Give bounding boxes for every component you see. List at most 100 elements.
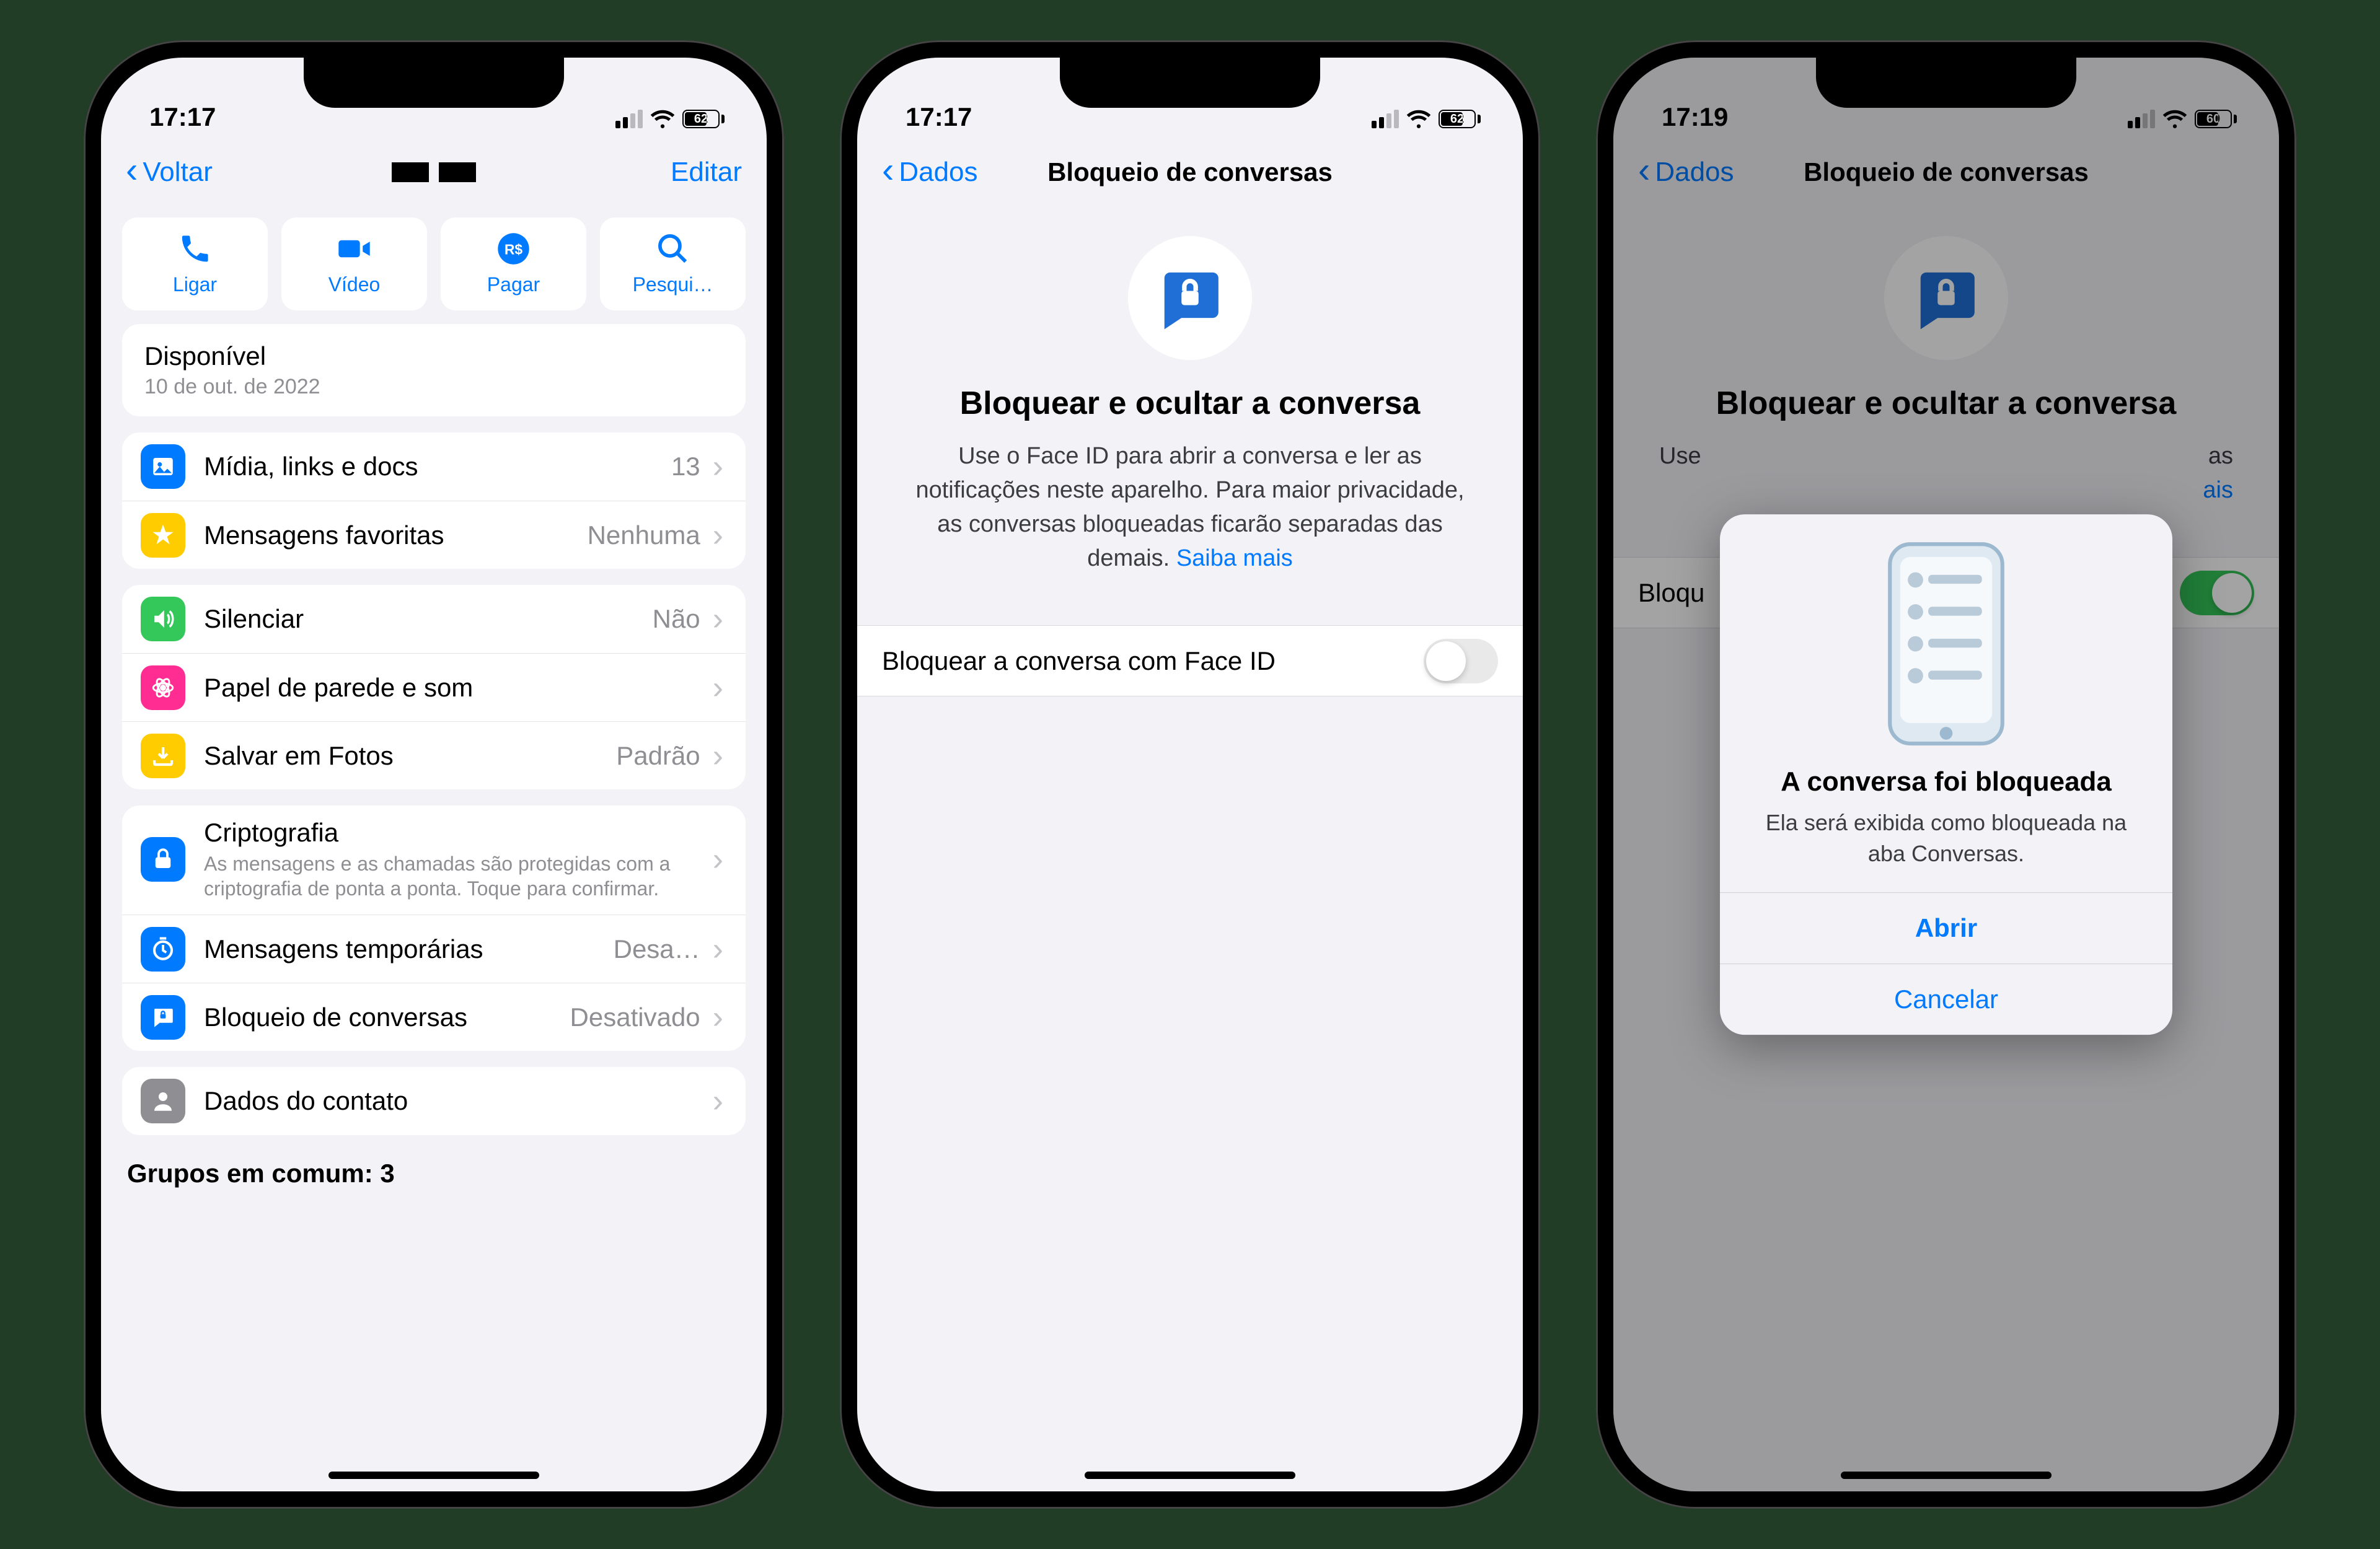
- battery-icon: 62: [1439, 110, 1481, 128]
- contact-name-redacted: [392, 162, 476, 182]
- learn-more-fragment: ais: [1659, 473, 2233, 507]
- edit-button[interactable]: Editar: [671, 157, 742, 188]
- chevron-right-icon: ›: [713, 517, 723, 554]
- phone-contact-info: 17:17 62 ‹Voltar Editar Ligar: [84, 40, 784, 1509]
- row-subtitle: As mensagens e as chamadas são protegida…: [204, 851, 700, 901]
- row-value: Não: [653, 604, 700, 634]
- cellular-signal-icon: [2128, 110, 2155, 128]
- row-favourite-messages[interactable]: Mensagens favoritas Nenhuma ›: [122, 501, 746, 569]
- hero-title: Bloquear e ocultar a conversa: [903, 385, 1477, 422]
- row-label: Criptografia: [204, 818, 700, 848]
- search-icon: [656, 232, 690, 266]
- row-contact-details[interactable]: Dados do contato ›: [122, 1067, 746, 1135]
- video-button[interactable]: Vídeo: [281, 217, 427, 310]
- battery-icon: 62: [682, 110, 725, 128]
- toggle-faceid-lock[interactable]: [1424, 639, 1498, 683]
- call-button[interactable]: Ligar: [122, 217, 268, 310]
- row-label: Mensagens favoritas: [204, 520, 580, 550]
- call-label: Ligar: [173, 273, 217, 296]
- status-time: 17:17: [906, 102, 972, 132]
- status-date: 10 de out. de 2022: [144, 375, 723, 399]
- chevron-right-icon: ›: [713, 931, 723, 968]
- chat-lock-hero: Bloquear e ocultar a conversa Use o Face…: [878, 206, 1502, 576]
- video-icon: [337, 232, 371, 266]
- page-title: Bloqueio de conversas: [1804, 157, 2089, 187]
- action-buttons-row: Ligar Vídeo R$ Pagar Pesqui…: [122, 217, 746, 310]
- dialog-body: Ela será exibida como bloqueada na aba C…: [1720, 797, 2172, 892]
- chevron-right-icon: ›: [713, 737, 723, 774]
- nav-bar: ‹Dados Bloqueio de conversas: [1613, 138, 2279, 206]
- row-disappearing[interactable]: Mensagens temporárias Desa… ›: [122, 915, 746, 983]
- row-label: Papel de parede e som: [204, 673, 700, 703]
- row-label: Bloqu: [1638, 578, 1704, 608]
- row-label: Salvar em Fotos: [204, 741, 609, 771]
- chevron-right-icon: ›: [713, 600, 723, 638]
- row-wallpaper[interactable]: Papel de parede e som ›: [122, 653, 746, 721]
- chevron-right-icon: ›: [713, 669, 723, 706]
- phone-icon: [178, 232, 212, 266]
- row-value: Padrão: [616, 741, 700, 771]
- back-button[interactable]: ‹Voltar: [126, 157, 213, 188]
- chevron-right-icon: ›: [713, 1082, 723, 1120]
- row-label: Bloquear a conversa com Face ID: [882, 646, 1276, 676]
- row-label: Silenciar: [204, 604, 645, 634]
- home-indicator[interactable]: [1841, 1472, 2052, 1479]
- battery-icon: 60: [2195, 110, 2237, 128]
- home-indicator[interactable]: [328, 1472, 539, 1479]
- row-save-photos[interactable]: Salvar em Fotos Padrão ›: [122, 721, 746, 789]
- back-button[interactable]: ‹Dados: [1638, 157, 1734, 188]
- chat-lock-hero: Bloquear e ocultar a conversa Useas ais: [1634, 206, 2258, 507]
- star-icon: [141, 513, 185, 558]
- locked-confirmation-dialog: A conversa foi bloqueada Ela será exibid…: [1720, 514, 2172, 1035]
- search-label: Pesqui…: [633, 273, 713, 296]
- pay-label: Pagar: [487, 273, 540, 296]
- row-value: Desativado: [570, 1003, 700, 1032]
- chat-lock-hero-icon: [1884, 236, 2008, 360]
- learn-more-link[interactable]: Saiba mais: [1176, 545, 1293, 571]
- nav-bar: ‹Dados Bloqueio de conversas: [857, 138, 1523, 206]
- row-chat-lock[interactable]: Bloqueio de conversas Desativado ›: [122, 983, 746, 1051]
- back-button[interactable]: ‹Dados: [882, 157, 978, 188]
- row-label: Dados do contato: [204, 1086, 700, 1116]
- chevron-right-icon: ›: [713, 999, 723, 1036]
- chevron-right-icon: ›: [713, 841, 723, 878]
- wifi-icon: [2162, 106, 2188, 132]
- phone-chatlist-illustration: [1881, 542, 2011, 749]
- wifi-icon: [1406, 106, 1432, 132]
- row-media[interactable]: Mídia, links e docs 13 ›: [122, 432, 746, 501]
- row-value: Nenhuma: [588, 520, 700, 550]
- dialog-cancel-button[interactable]: Cancelar: [1720, 963, 2172, 1035]
- timer-icon: [141, 927, 185, 972]
- chat-lock-icon: [141, 995, 185, 1040]
- status-text: Disponível: [144, 341, 723, 371]
- cellular-signal-icon: [1372, 110, 1399, 128]
- speaker-icon: [141, 597, 185, 641]
- row-mute[interactable]: Silenciar Não ›: [122, 585, 746, 653]
- hero-title: Bloquear e ocultar a conversa: [1659, 385, 2233, 422]
- video-label: Vídeo: [328, 273, 381, 296]
- phone-chat-lock-confirmed: 17:19 60 ‹Dados Bloqueio de conversas Bl…: [1596, 40, 2296, 1509]
- common-groups-header: Grupos em comum: 3: [127, 1159, 741, 1188]
- status-time: 17:19: [1662, 102, 1728, 132]
- contact-icon: [141, 1079, 185, 1123]
- search-button[interactable]: Pesqui…: [600, 217, 746, 310]
- dialog-open-button[interactable]: Abrir: [1720, 892, 2172, 963]
- row-encryption[interactable]: Criptografia As mensagens e as chamadas …: [122, 805, 746, 915]
- home-indicator[interactable]: [1085, 1472, 1295, 1479]
- toggle-faceid-lock[interactable]: [2180, 571, 2254, 615]
- notch: [304, 55, 564, 108]
- lock-icon: [141, 837, 185, 882]
- hero-body: Useas: [1659, 439, 2233, 473]
- row-value: Desa…: [614, 934, 700, 964]
- nav-bar: ‹Voltar Editar: [101, 138, 767, 206]
- page-title: Bloqueio de conversas: [1047, 157, 1333, 187]
- back-label: Dados: [899, 157, 977, 188]
- dialog-title: A conversa foi bloqueada: [1720, 766, 2172, 797]
- status-card[interactable]: Disponível 10 de out. de 2022: [122, 324, 746, 416]
- phone-chat-lock-settings: 17:17 62 ‹Dados Bloqueio de conversas Bl…: [840, 40, 1540, 1509]
- notch: [1816, 55, 2076, 108]
- row-lock-with-faceid[interactable]: Bloquear a conversa com Face ID: [857, 625, 1523, 696]
- pay-button[interactable]: R$ Pagar: [441, 217, 586, 310]
- back-label: Voltar: [143, 157, 213, 188]
- notch: [1060, 55, 1320, 108]
